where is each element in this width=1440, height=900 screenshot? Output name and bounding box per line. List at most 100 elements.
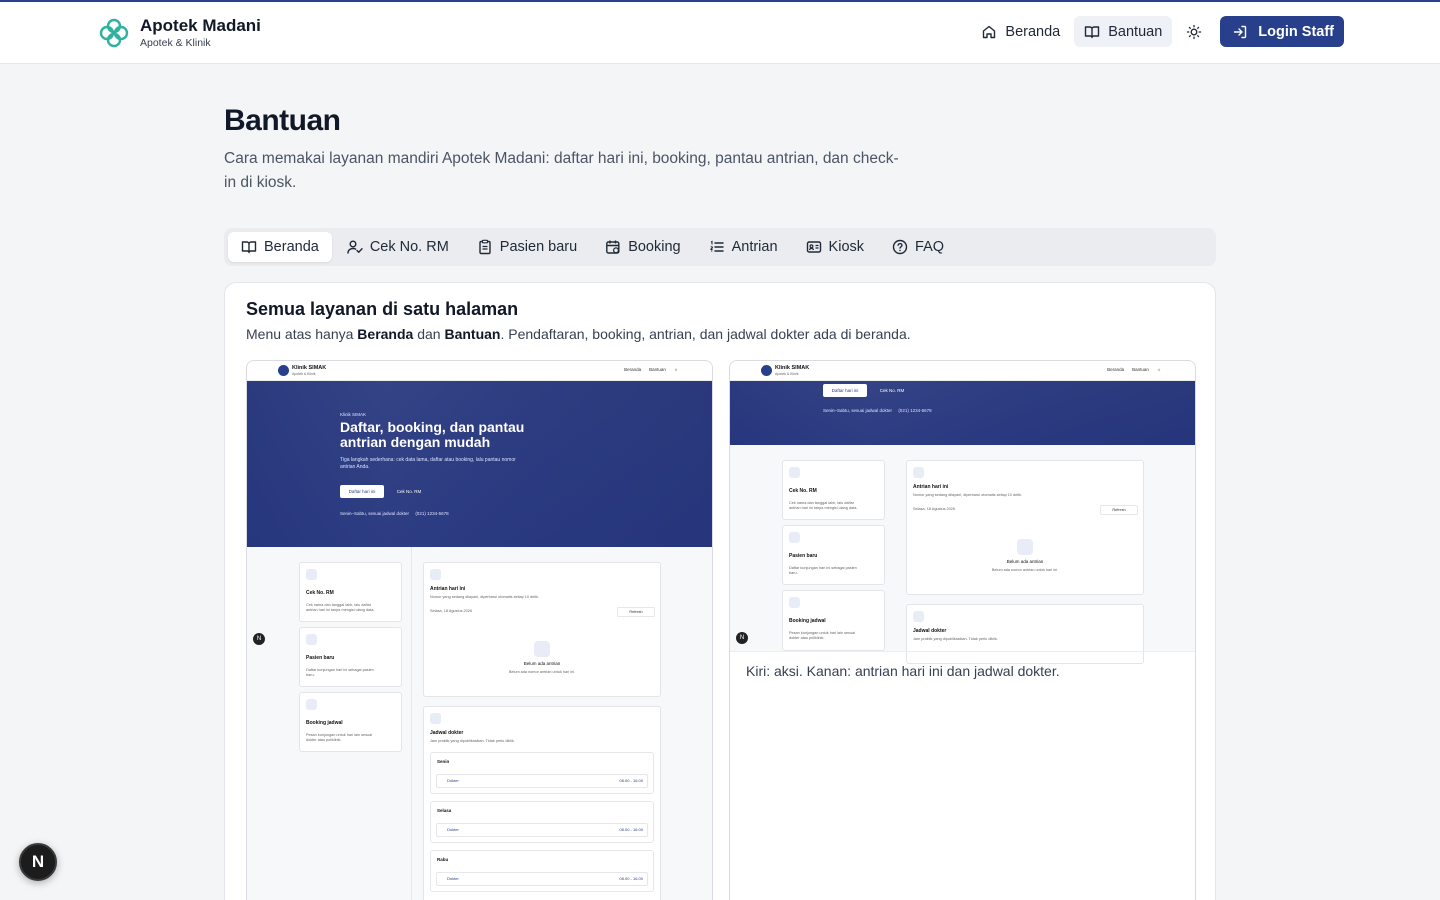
mini-register-button: Daftar hari ini <box>823 384 867 397</box>
mini-schedule-day: Selasa Dokter 08.00 - 16.00 <box>430 801 654 843</box>
login-icon <box>1232 24 1248 40</box>
mini-list-icon <box>913 467 924 478</box>
mini-content-bg: Cek No. RM Cek nama dan tanggal lahir, l… <box>730 445 1195 664</box>
mini-queue-card: Antrian hari ini Nomor yang sedang dilay… <box>906 460 1144 595</box>
mini-clipboard-icon <box>306 634 317 645</box>
screenshot-homepage-top: Klinik SIMAK Apotek & Klinik Beranda Bantu… <box>246 360 713 900</box>
mini-doctor-label: Dokter <box>447 827 459 832</box>
home-icon <box>981 24 997 40</box>
mini-queue-date: Selasa, 18 Agustus 2026 <box>430 609 473 613</box>
tab-pasien-baru[interactable]: Pasien baru <box>464 232 590 262</box>
mini-day-label: Senin <box>437 759 450 764</box>
mini-navbar: Klinik SIMAK Apotek & Klinik Beranda Bantu… <box>730 361 1195 381</box>
mini-stethoscope-icon <box>913 611 924 622</box>
mini-card-desc: Daftar kunjungan hari ini sebagai pasien… <box>306 668 374 677</box>
mini-calendar-icon <box>306 699 317 710</box>
mini-card-desc: Daftar kunjungan hari ini sebagai pasien… <box>789 566 857 575</box>
mini-card-booking: Booking jadwal Pesan kunjungan untuk har… <box>299 692 402 752</box>
mini-card-title: Cek No. RM <box>789 488 817 494</box>
mini-card-title: Booking jadwal <box>306 720 343 726</box>
tab-kiosk[interactable]: Kiosk <box>793 232 877 262</box>
tab-faq[interactable]: FAQ <box>879 232 957 262</box>
tab-antrian[interactable]: Antrian <box>696 232 791 262</box>
main-nav: Beranda Bantuan Login Staff <box>971 16 1344 47</box>
mini-queue-empty-desc: Belum ada nomor antrian untuk hari ini. <box>508 670 576 674</box>
mini-card-cek-rm: Cek No. RM Cek nama dan tanggal lahir, l… <box>299 562 402 622</box>
mini-queue-card: Antrian hari ini Nomor yang sedang dilay… <box>423 562 661 697</box>
clinic-logo-icon <box>98 17 130 49</box>
mini-schedule-desc: Jam praktik yang dipublikasikan. Tidak p… <box>430 739 515 743</box>
desc-bold-bantuan: Bantuan <box>444 326 501 342</box>
mini-nav-help: Bantuan <box>649 367 666 372</box>
brand[interactable]: Apotek Madani Apotek & Klinik <box>98 16 261 50</box>
mini-doctor-row: Dokter 08.00 - 16.00 <box>436 823 648 837</box>
desc-text: Menu atas hanya <box>246 326 358 342</box>
mini-dev-badge: N <box>736 632 748 644</box>
nextjs-dev-indicator-button[interactable]: N <box>19 843 57 881</box>
mini-hours: Senin–Sabtu, sesuai jadwal dokter <box>340 511 410 516</box>
mini-day-label: Rabu <box>437 857 449 862</box>
list-ordered-icon <box>709 239 725 255</box>
tab-label: Antrian <box>731 239 778 255</box>
mini-queue-empty-desc: Belum ada nomor antrian untuk hari ini. <box>991 568 1059 572</box>
nav-home[interactable]: Beranda <box>971 16 1070 47</box>
mini-card-pasien-baru: Pasien baru Daftar kunjungan hari ini se… <box>299 627 402 687</box>
mini-hero-info: Senin–Sabtu, sesuai jadwal dokter (021) … <box>340 511 449 516</box>
mini-hours: Senin–Sabtu, sesuai jadwal dokter <box>823 408 893 413</box>
tab-label: Kiosk <box>828 239 865 255</box>
page-title: Bantuan <box>224 104 341 137</box>
mini-queue-date: Selasa, 18 Agustus 2026 <box>913 507 956 511</box>
book-icon <box>241 239 257 255</box>
mini-schedule-card: Jadwal dokter Jam praktik yang dipublika… <box>423 706 661 900</box>
mini-hero: Daftar hari ini Cek No. RM Senin–Sabtu, … <box>730 381 1195 445</box>
mini-nav-links: Beranda Bantuan ☼ <box>624 367 678 372</box>
top-navbar: Apotek Madani Apotek & Klinik Beranda Ba… <box>0 2 1440 64</box>
mini-queue-desc: Nomor yang sedang dilayani, diperbarui o… <box>430 595 540 599</box>
tab-label: Pasien baru <box>499 239 578 255</box>
mini-check-rm-button: Cek No. RM <box>396 489 422 494</box>
brand-name: Apotek Madani <box>140 16 261 35</box>
mini-register-button: Daftar hari ini <box>340 485 384 498</box>
mini-dev-badge: N <box>253 633 265 645</box>
calendar-clock-icon <box>605 239 621 255</box>
mini-card-desc: Cek nama dan tanggal lahir, lalu daftar … <box>789 501 858 510</box>
login-staff-button[interactable]: Login Staff <box>1220 16 1344 47</box>
tab-beranda[interactable]: Beranda <box>228 232 332 262</box>
card-title: Semua layanan di satu halaman <box>246 299 519 319</box>
book-icon <box>1084 24 1100 40</box>
mini-card-desc: Cek nama dan tanggal lahir, lalu daftar … <box>306 603 375 612</box>
tab-label: Cek No. RM <box>369 239 449 255</box>
mini-hero-title: Daftar, booking, dan pantau antrian deng… <box>340 419 525 450</box>
mini-nav-links: Beranda Bantuan ☼ <box>1107 367 1161 372</box>
mini-refresh-button: Refresh <box>1100 505 1138 515</box>
help-content-card: Semua layanan di satu halaman Menu atas … <box>224 282 1216 900</box>
mini-nav-help: Bantuan <box>1132 367 1149 372</box>
mini-schedule-desc: Jam praktik yang dipublikasikan. Tidak p… <box>913 637 998 641</box>
mini-time: 08.00 - 16.00 <box>619 827 643 832</box>
mini-empty-icon <box>534 641 550 657</box>
mini-queue-empty: Belum ada antrian <box>1006 559 1044 564</box>
mini-navbar: Klinik SIMAK Apotek & Klinik Beranda Bantu… <box>247 361 712 381</box>
mini-phone: (021) 1234-5678 <box>898 408 932 413</box>
mini-schedule-card: Jadwal dokter Jam praktik yang dipublika… <box>906 604 1144 664</box>
mini-brand-sub: Apotek & Klinik <box>292 372 316 376</box>
nav-help-label: Bantuan <box>1108 23 1163 40</box>
sun-icon <box>1186 24 1202 40</box>
mini-card-pasien-baru: Pasien baru Daftar kunjungan hari ini se… <box>782 525 885 585</box>
tab-label: FAQ <box>915 239 945 255</box>
id-card-icon <box>806 239 822 255</box>
tab-booking[interactable]: Booking <box>592 232 693 262</box>
mini-schedule-day: Senin Dokter 08.00 - 16.00 <box>430 752 654 794</box>
desc-bold-beranda: Beranda <box>357 326 414 342</box>
mini-card-desc: Pesan kunjungan untuk hari lain sesuai d… <box>306 733 373 742</box>
screenshot-homepage-scrolled: Klinik SIMAK Apotek & Klinik Beranda Bantu… <box>729 360 1196 900</box>
nav-home-label: Beranda <box>1005 23 1061 40</box>
tab-cek-no-rm[interactable]: Cek No. RM <box>334 232 462 262</box>
nav-help[interactable]: Bantuan <box>1074 16 1173 47</box>
mini-hero-subtitle: Tiga langkah sederhana: cek data lama, d… <box>340 457 516 470</box>
mini-time: 08.00 - 16.00 <box>619 778 643 783</box>
mini-list-icon <box>430 569 441 580</box>
mini-hero: Klinik SIMAK Daftar, booking, dan pantau… <box>247 381 712 547</box>
theme-toggle-button[interactable] <box>1176 16 1212 47</box>
mini-card-title: Pasien baru <box>789 553 818 559</box>
